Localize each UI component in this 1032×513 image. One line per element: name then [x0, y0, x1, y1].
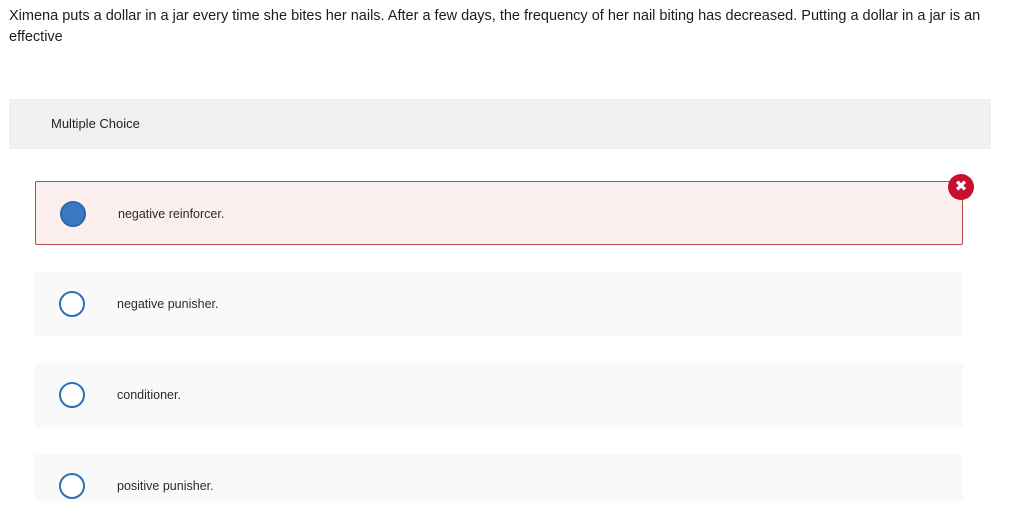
option-label: negative reinforcer. [118, 207, 225, 221]
option-conditioner[interactable]: conditioner. [35, 363, 963, 427]
option-label: negative punisher. [117, 297, 219, 311]
multiple-choice-panel: Multiple Choice negative reinforcer. neg… [9, 99, 991, 501]
radio-button[interactable] [59, 291, 85, 317]
options-list: negative reinforcer. negative punisher. … [9, 149, 991, 501]
multiple-choice-title: Multiple Choice [51, 116, 140, 131]
option-positive-punisher[interactable]: positive punisher. [35, 454, 963, 501]
option-negative-punisher[interactable]: negative punisher. [35, 272, 963, 336]
option-negative-reinforcer[interactable]: negative reinforcer. [35, 181, 963, 245]
x-circle-icon: ✖ [948, 174, 974, 200]
option-label: positive punisher. [117, 479, 214, 493]
radio-button[interactable] [59, 382, 85, 408]
radio-button[interactable] [59, 473, 85, 499]
option-label: conditioner. [117, 388, 181, 402]
multiple-choice-header: Multiple Choice [9, 99, 991, 149]
radio-button-selected[interactable] [60, 201, 86, 227]
question-text: Ximena puts a dollar in a jar every time… [9, 8, 981, 45]
